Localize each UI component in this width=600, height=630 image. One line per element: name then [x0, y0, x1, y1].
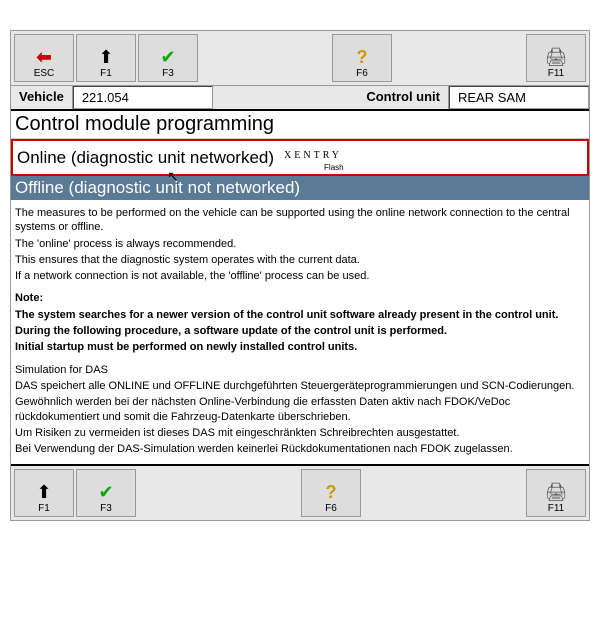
- f3-button-top[interactable]: ✔ F3: [138, 34, 198, 82]
- note-section: Note: The system searches for a newer ve…: [15, 291, 585, 354]
- xentry-sub: Flash: [324, 163, 344, 172]
- toolbar-spacer2: [393, 33, 525, 83]
- bottom-toolbar: ⬆ F1 ✔ F3 ? F6 🖨 F11: [11, 464, 589, 520]
- f6-label: F6: [356, 68, 368, 79]
- printer-icon: 🖨: [545, 48, 568, 66]
- f11-button-top[interactable]: 🖨 F11: [526, 34, 586, 82]
- body-text: The measures to be performed on the vehi…: [11, 200, 589, 464]
- info-spacer: [213, 86, 359, 109]
- toolbar-spacer: [199, 33, 331, 83]
- printer-icon: 🖨: [545, 483, 568, 501]
- option-online[interactable]: Online (diagnostic unit networked) XENTR…: [11, 139, 589, 176]
- content-area: Control module programming Online (diagn…: [11, 111, 589, 464]
- f1-button-bottom[interactable]: ⬆ F1: [14, 469, 74, 517]
- control-unit-value: REAR SAM: [449, 86, 589, 109]
- f6-label-b: F6: [325, 503, 337, 514]
- f1-label: F1: [100, 68, 112, 79]
- xentry-text: XENTRY: [284, 150, 342, 161]
- sim-4: Bei Verwendung der DAS-Simulation werden…: [15, 442, 585, 456]
- f3-label: F3: [162, 68, 174, 79]
- note-label: Note:: [15, 291, 585, 305]
- app-window: ⬅ ESC ⬆ F1 ✔ F3 ? F6 🖨 F11 Vehicle 221.0…: [10, 30, 590, 521]
- exit-icon: ⬅: [36, 48, 51, 66]
- para-4: If a network connection is not available…: [15, 269, 585, 283]
- arrow-up-icon: ⬆: [98, 48, 113, 66]
- esc-button[interactable]: ⬅ ESC: [14, 34, 74, 82]
- info-row: Vehicle 221.054 Control unit REAR SAM: [11, 86, 589, 111]
- option-online-label: Online (diagnostic unit networked): [17, 148, 274, 168]
- f11-label: F11: [548, 68, 565, 79]
- arrow-up-icon: ⬆: [36, 483, 51, 501]
- xentry-logo: XENTRY Flash: [274, 143, 344, 172]
- simulation-section: Simulation for DAS DAS speichert alle ON…: [15, 363, 585, 457]
- toolbar-spacer-b2: [362, 468, 525, 518]
- f3-button-bottom[interactable]: ✔ F3: [76, 469, 136, 517]
- sim-1: DAS speichert alle ONLINE und OFFLINE du…: [15, 379, 585, 393]
- top-toolbar: ⬅ ESC ⬆ F1 ✔ F3 ? F6 🖨 F11: [11, 31, 589, 86]
- f3-label-b: F3: [100, 503, 112, 514]
- para-2: The 'online' process is always recommend…: [15, 237, 585, 251]
- option-offline[interactable]: ↖ Offline (diagnostic unit not networked…: [11, 176, 589, 200]
- f11-label-b: F11: [548, 503, 565, 514]
- f6-button-bottom[interactable]: ? F6: [301, 469, 361, 517]
- sim-3: Um Risiken zu vermeiden ist dieses DAS m…: [15, 426, 585, 440]
- f11-button-bottom[interactable]: 🖨 F11: [526, 469, 586, 517]
- note-1: The system searches for a newer version …: [15, 308, 585, 322]
- para-1: The measures to be performed on the vehi…: [15, 206, 585, 235]
- esc-label: ESC: [34, 68, 55, 79]
- check-icon: ✔: [160, 48, 175, 66]
- control-unit-label: Control unit: [358, 86, 449, 109]
- sim-2: Gewöhnlich werden bei der nächsten Onlin…: [15, 395, 585, 424]
- help-icon: ?: [357, 48, 368, 66]
- toolbar-spacer-b: [137, 468, 300, 518]
- f1-button-top[interactable]: ⬆ F1: [76, 34, 136, 82]
- note-3: Initial startup must be performed on new…: [15, 340, 585, 354]
- f6-button-top[interactable]: ? F6: [332, 34, 392, 82]
- help-icon: ?: [326, 483, 337, 501]
- sim-label: Simulation for DAS: [15, 363, 585, 377]
- cursor-icon: ↖: [167, 168, 179, 185]
- option-offline-label: Offline (diagnostic unit not networked): [15, 178, 300, 197]
- page-title: Control module programming: [11, 111, 589, 139]
- vehicle-value: 221.054: [73, 86, 213, 109]
- note-2: During the following procedure, a softwa…: [15, 324, 585, 338]
- vehicle-label: Vehicle: [11, 86, 73, 109]
- check-icon: ✔: [98, 483, 113, 501]
- para-3: This ensures that the diagnostic system …: [15, 253, 585, 267]
- f1-label-b: F1: [38, 503, 50, 514]
